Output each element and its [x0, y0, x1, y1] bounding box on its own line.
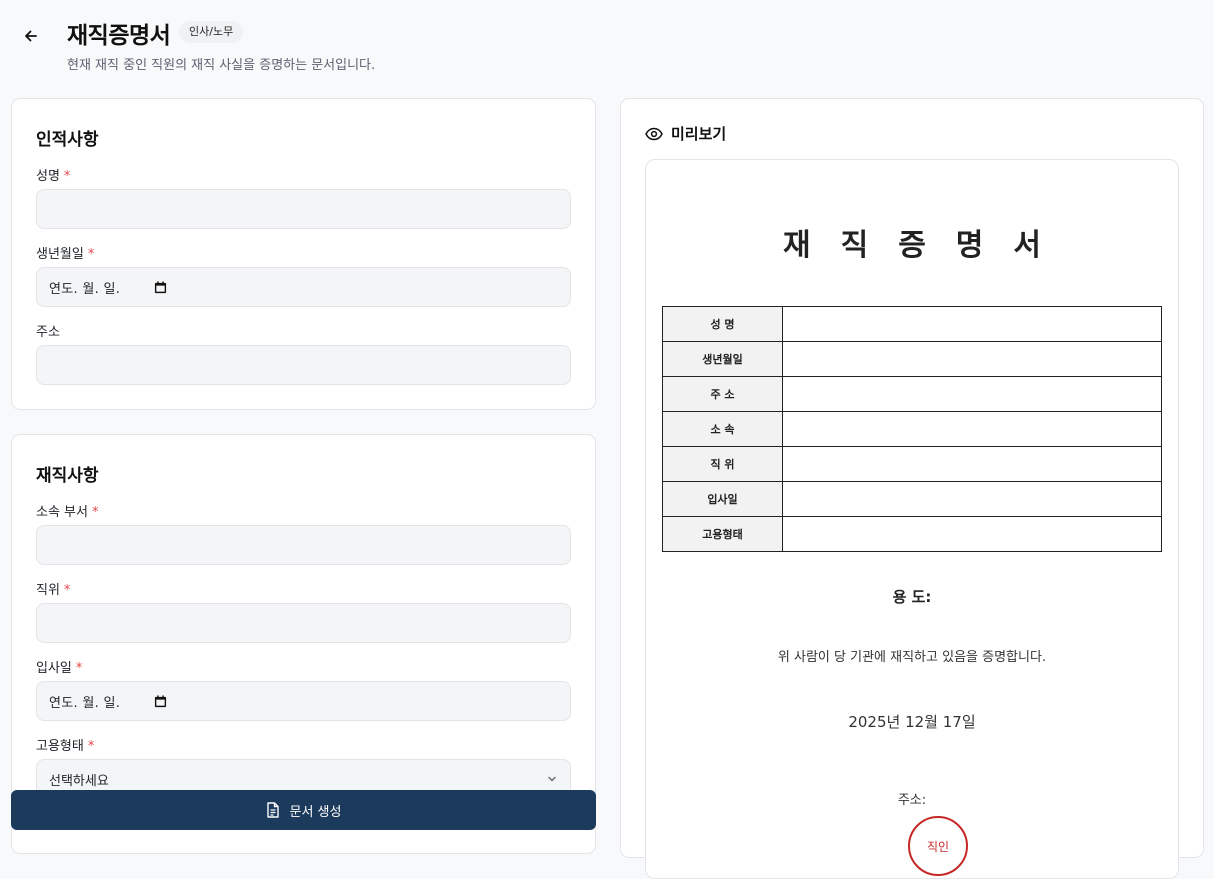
table-row-label: 입사일 [662, 481, 783, 517]
preview-card: 미리보기 재직증명서 성 명 생년월일 주 소소 속직 위 입사일 고용형태 용 도: … [620, 98, 1204, 879]
table-row: 주 소 [662, 376, 1162, 412]
generate-button-label: 문서 생성 [289, 804, 342, 820]
table-row-value [782, 306, 1162, 342]
required-mark: * [63, 169, 71, 184]
issue-date: 2025년 12월 17일 [848, 713, 976, 731]
join-date-input[interactable]: 연도. 월. 일. [36, 681, 571, 721]
address-input[interactable] [36, 345, 571, 385]
calendar-icon[interactable] [154, 280, 167, 294]
issuer-address-label: 주소: [897, 793, 927, 808]
page-header: 재직증명서 인사/노무 현재 재직 중인 직원의 재직 사실을 증명하는 문서입… [0, 0, 1214, 90]
birth-date-input[interactable]: 연도. 월. 일. [36, 267, 571, 307]
table-row-value [782, 516, 1162, 552]
table-row: 성 명 [662, 306, 1162, 342]
table-row-value [782, 376, 1162, 412]
select-value: 선택하세요 [49, 773, 109, 789]
required-mark: * [87, 247, 95, 262]
date-placeholder: 연도. 월. 일. [49, 281, 121, 297]
dept-input[interactable] [36, 525, 571, 565]
section-title-personal: 인적사항 [36, 130, 99, 150]
eye-icon [645, 127, 663, 140]
page-subtitle: 현재 재직 중인 직원의 재직 사실을 증명하는 문서입니다. [67, 58, 376, 73]
back-button[interactable] [19, 24, 43, 48]
join-date-label: 입사일 * [36, 661, 83, 676]
table-row-label: 직 위 [662, 446, 783, 482]
dept-label: 소속 부서 * [36, 505, 99, 520]
table-row: 입사일 [662, 481, 1162, 517]
table-row: 고용형태 [662, 516, 1162, 552]
required-mark: * [75, 661, 83, 676]
preview-heading: 미리보기 [645, 123, 726, 144]
table-row-label: 고용형태 [662, 516, 783, 552]
table-row-value [782, 411, 1162, 447]
calendar-icon[interactable] [154, 694, 167, 708]
required-mark: * [63, 583, 71, 598]
arrow-left-icon [25, 30, 37, 42]
table-row-label: 생년월일 [662, 341, 783, 377]
document-preview: 재직증명서 성 명 생년월일 주 소소 속직 위 입사일 고용형태 용 도: 위 사람이… [645, 159, 1179, 879]
table-row: 생년월일 [662, 341, 1162, 377]
personal-info-card: 인적사항 성명 * 생년월일 * 연도. 월. 일. 주소 [11, 98, 596, 410]
table-row: 소 속 [662, 411, 1162, 447]
table-row-value [782, 341, 1162, 377]
required-mark: * [87, 739, 95, 754]
seal-stamp: 직인 [908, 816, 968, 876]
page-title: 재직증명서 [67, 23, 171, 49]
name-label: 성명 * [36, 169, 71, 184]
table-row-value [782, 446, 1162, 482]
table-row-label: 주 소 [662, 376, 783, 412]
date-placeholder: 연도. 월. 일. [49, 695, 121, 711]
table-row-value [782, 481, 1162, 517]
required-mark: * [91, 505, 99, 520]
birth-label: 생년월일 * [36, 247, 95, 262]
employment-type-label: 고용형태 * [36, 739, 95, 754]
section-title-employment: 재직사항 [36, 466, 99, 486]
chevron-down-icon [548, 776, 556, 782]
table-row: 직 위 [662, 446, 1162, 482]
info-table: 성 명 생년월일 주 소소 속직 위 입사일 고용형태 [662, 306, 1162, 552]
category-badge: 인사/노무 [179, 21, 244, 43]
purpose-label: 용 도: [892, 588, 932, 606]
document-title: 재직증명서 [783, 228, 1071, 263]
position-label: 직위 * [36, 583, 71, 598]
generate-document-button[interactable]: 문서 생성 [11, 790, 596, 830]
table-row-label: 소 속 [662, 411, 783, 447]
table-row-label: 성 명 [662, 306, 783, 342]
address-label: 주소 [36, 325, 60, 340]
certify-text: 위 사람이 당 기관에 재직하고 있음을 증명합니다. [777, 650, 1047, 665]
position-input[interactable] [36, 603, 571, 643]
document-icon [266, 802, 279, 818]
name-input[interactable] [36, 189, 571, 229]
